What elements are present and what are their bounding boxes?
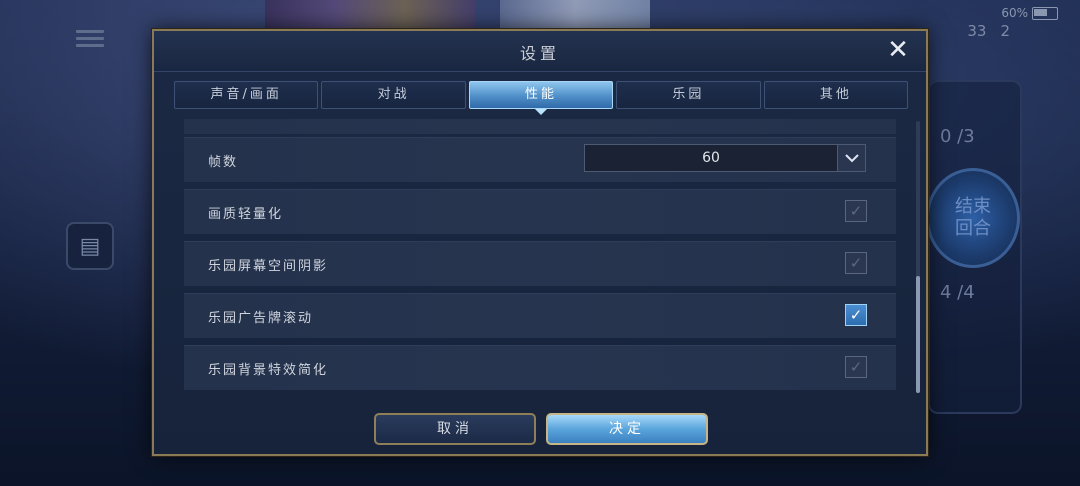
- scroll-thumb[interactable]: [916, 276, 920, 393]
- close-icon[interactable]: ✕: [884, 36, 912, 64]
- document-icon[interactable]: ▤: [66, 222, 114, 270]
- setting-row: 乐园屏幕空间阴影 ✓: [184, 241, 896, 286]
- setting-label: 画质轻量化: [208, 207, 284, 222]
- settings-dialog: 设置 ✕ 声音/画面 对战 性能 乐园 其他 帧数 60 画质轻量化 ✓ 乐园屏…: [152, 29, 928, 456]
- player-stats: 33 2: [967, 22, 1010, 40]
- battery-level: 60%: [1001, 6, 1028, 20]
- cancel-button[interactable]: 取消: [374, 413, 536, 445]
- setting-checkbox-disabled[interactable]: ✓: [845, 252, 867, 274]
- setting-checkbox-disabled[interactable]: ✓: [845, 200, 867, 222]
- setting-label: 乐园广告牌滚动: [208, 311, 314, 326]
- dialog-title: 设置: [519, 44, 560, 63]
- stat-value: 33: [967, 22, 987, 40]
- end-turn-label: 结束: [955, 196, 991, 217]
- setting-label: 帧数: [208, 155, 239, 170]
- settings-list[interactable]: 帧数 60 画质轻量化 ✓ 乐园屏幕空间阴影 ✓ 乐园广告牌滚动 ✓ 乐园背景特…: [184, 119, 896, 399]
- setting-checkbox[interactable]: ✓: [845, 304, 867, 326]
- confirm-button[interactable]: 决定: [546, 413, 708, 445]
- battery-icon: [1032, 7, 1058, 20]
- setting-row-fps: 帧数 60: [184, 137, 896, 182]
- settings-tabs: 声音/画面 对战 性能 乐园 其他: [174, 81, 909, 115]
- setting-checkbox-disabled[interactable]: ✓: [845, 356, 867, 378]
- hamburger-icon[interactable]: [76, 30, 104, 48]
- setting-row: 乐园广告牌滚动 ✓: [184, 293, 896, 338]
- setting-row: 画质轻量化 ✓: [184, 189, 896, 234]
- card-art-strip: [265, 0, 475, 32]
- score-bottom: 4 /4: [940, 282, 975, 303]
- tab-performance[interactable]: 性能: [468, 81, 614, 115]
- stat-value: 2: [1000, 22, 1010, 40]
- chevron-down-icon[interactable]: [837, 145, 865, 171]
- fps-select[interactable]: 60: [584, 144, 866, 172]
- scrollbar[interactable]: [916, 121, 920, 393]
- end-turn-button[interactable]: 结束 回合: [926, 168, 1020, 268]
- tab-other[interactable]: 其他: [763, 81, 909, 109]
- setting-label: 乐园屏幕空间阴影: [208, 259, 329, 274]
- list-item: [184, 119, 896, 134]
- end-turn-label: 回合: [955, 218, 991, 239]
- tab-park[interactable]: 乐园: [616, 81, 761, 109]
- setting-label: 乐园背景特效简化: [208, 363, 329, 378]
- tab-battle[interactable]: 对战: [321, 81, 466, 109]
- card-art-strip: [500, 0, 650, 30]
- fps-value: 60: [702, 150, 720, 166]
- score-top: 0 /3: [940, 126, 975, 147]
- dialog-header: 设置 ✕: [154, 31, 926, 72]
- setting-row: 乐园背景特效简化 ✓: [184, 345, 896, 390]
- tab-sound-graphics[interactable]: 声音/画面: [174, 81, 319, 109]
